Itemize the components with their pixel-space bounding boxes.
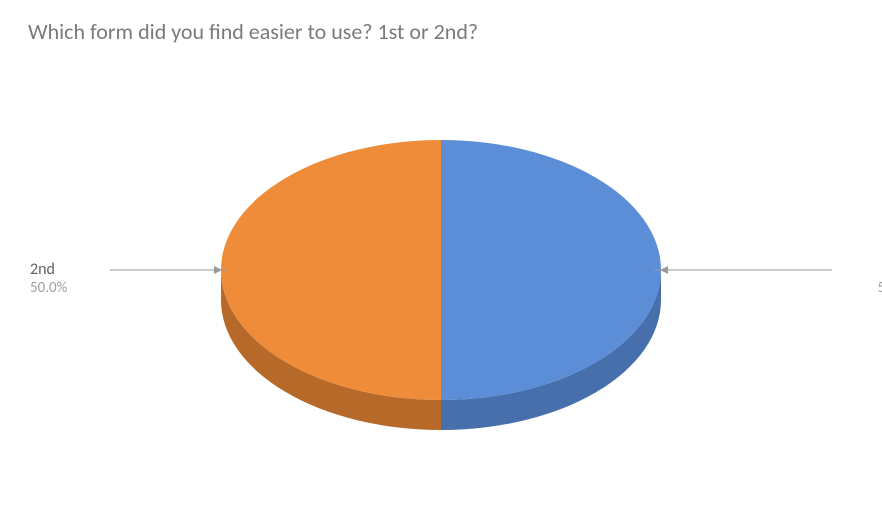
pie-chart: Which form did you find easier to use? 1… [0, 0, 882, 521]
label-2nd-name: 2nd [30, 260, 110, 279]
label-2nd: 2nd 50.0% [30, 260, 110, 297]
leader-2nd-arrow [214, 266, 222, 274]
label-1st: 1st 50.0% [835, 260, 882, 297]
label-1st-name: 1st [835, 260, 882, 279]
label-2nd-pct: 50.0% [30, 279, 110, 297]
chart-title: Which form did you find easier to use? 1… [28, 18, 478, 45]
label-1st-pct: 50.0% [835, 279, 882, 297]
pie-area [0, 120, 882, 480]
pie-svg [0, 120, 882, 480]
leader-1st-arrow [660, 266, 668, 274]
pie-top [221, 140, 661, 400]
